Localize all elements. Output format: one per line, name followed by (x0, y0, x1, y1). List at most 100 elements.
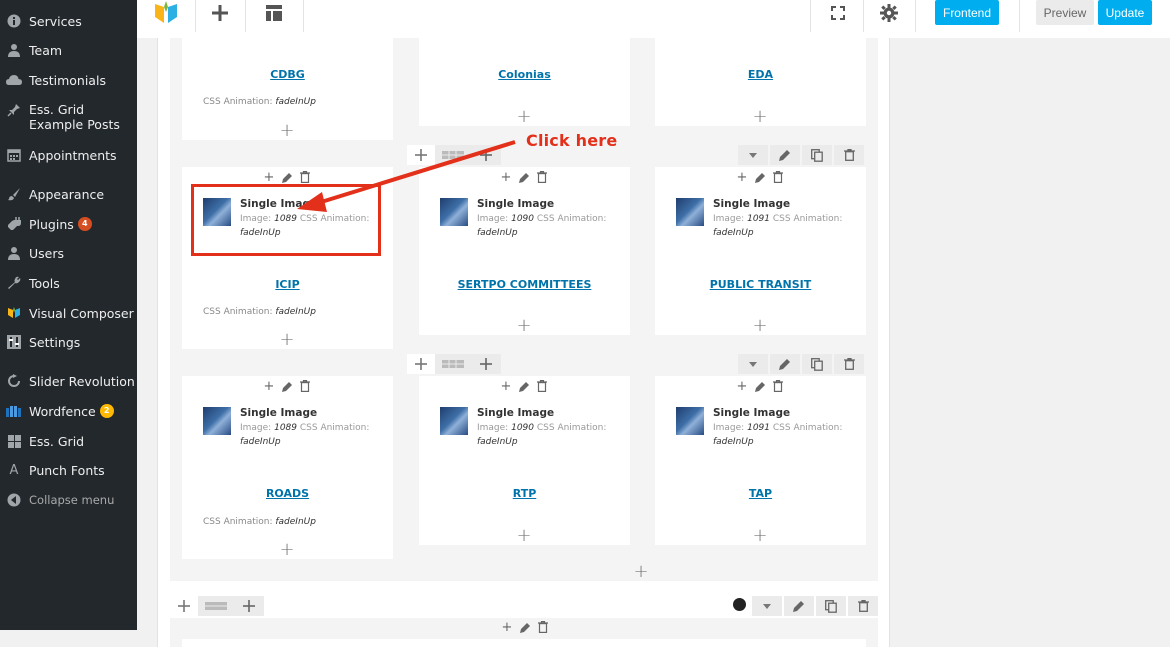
add-column-plus-icon[interactable] (471, 145, 501, 165)
toolbar-divider (810, 0, 811, 32)
sidebar-item-ess-grid[interactable]: Ess. Grid (0, 427, 137, 455)
column-roads: + Single Image Image: 1089 CSS Animation… (182, 376, 393, 559)
column-title-link[interactable]: PUBLIC TRANSIT (655, 278, 866, 291)
row-clone-copy-icon[interactable] (802, 145, 832, 165)
row-toggle-chevron-down-icon[interactable] (738, 145, 768, 165)
add-plus-icon[interactable]: + (735, 379, 749, 394)
column-title-link[interactable]: TAP (655, 487, 866, 500)
add-plus-icon[interactable]: + (262, 379, 276, 394)
frontend-button[interactable]: Frontend (935, 0, 999, 25)
single-image-element[interactable]: Single Image Image: 1091 CSS Animation: … (676, 198, 856, 238)
column-layout-icon[interactable] (198, 596, 234, 616)
row-edit-pencil-icon[interactable] (770, 145, 800, 165)
delete-trash-icon[interactable] (771, 170, 785, 184)
sidebar-item-punch-fonts[interactable]: A Punch Fonts (0, 456, 137, 484)
column-title-link[interactable]: SERTPO COMMITTEES (419, 278, 630, 291)
column-layout-icon[interactable] (435, 145, 471, 165)
add-element-plus-icon[interactable]: + (751, 108, 769, 126)
preview-button[interactable]: Preview (1036, 0, 1094, 25)
edit-pencil-icon[interactable] (753, 170, 767, 184)
add-column-plus-icon[interactable] (471, 354, 501, 374)
drag-move-icon[interactable] (407, 145, 435, 165)
add-plus-icon[interactable]: + (735, 170, 749, 185)
sidebar-collapse-menu[interactable]: Collapse menu (0, 486, 137, 514)
element-controls: + (262, 379, 312, 394)
collapse-icon (6, 492, 22, 508)
edit-pencil-icon[interactable] (518, 620, 532, 634)
element-controls: + (500, 620, 550, 635)
row-edit-pencil-icon[interactable] (770, 354, 800, 374)
sidebar-item-appointments[interactable]: Appointments (0, 141, 137, 169)
add-element-plus-icon[interactable]: + (515, 317, 533, 335)
add-plus-icon[interactable]: + (499, 170, 513, 185)
edit-pencil-icon[interactable] (517, 170, 531, 184)
drag-move-icon[interactable] (407, 354, 435, 374)
sidebar-item-visual-composer[interactable]: Visual Composer (0, 299, 137, 327)
update-button[interactable]: Update (1098, 0, 1152, 25)
element-name: Single Image (713, 198, 791, 210)
sidebar-item-team[interactable]: Team (0, 36, 137, 64)
row-controls-left (170, 596, 264, 616)
delete-trash-icon[interactable] (298, 170, 312, 184)
sidebar-item-plugins[interactable]: Plugins 4 (0, 210, 137, 238)
vc-logo-icon[interactable] (151, 0, 181, 25)
sidebar-item-settings[interactable]: Settings (0, 328, 137, 356)
delete-trash-icon[interactable] (535, 170, 549, 184)
add-plus-icon[interactable]: + (499, 379, 513, 394)
column-title-link[interactable]: EDA (655, 68, 866, 81)
row-delete-trash-icon[interactable] (848, 596, 878, 616)
add-element-plus-icon[interactable]: + (515, 108, 533, 126)
sidebar-item-services[interactable]: Services (0, 7, 137, 35)
add-column-plus-icon[interactable] (234, 596, 264, 616)
add-element-plus-icon[interactable]: + (278, 541, 296, 559)
column-title-link[interactable]: ROADS (182, 487, 393, 500)
annotation-label: Click here (526, 131, 618, 150)
row-delete-trash-icon[interactable] (834, 145, 864, 165)
sidebar-item-slider-revolution[interactable]: Slider Revolution (0, 367, 137, 395)
add-row-plus-icon[interactable]: + (632, 563, 650, 581)
single-image-element[interactable]: Single Image Image: 1089 CSS Animation: … (203, 407, 383, 447)
delete-trash-icon[interactable] (771, 379, 785, 393)
drag-move-icon[interactable] (170, 596, 198, 616)
column-title-link[interactable]: CDBG (182, 68, 393, 81)
add-element-plus-icon[interactable]: + (515, 527, 533, 545)
row-clone-copy-icon[interactable] (816, 596, 846, 616)
row-clone-copy-icon[interactable] (802, 354, 832, 374)
sidebar-item-users[interactable]: Users (0, 239, 137, 267)
row-edit-pencil-icon[interactable] (784, 596, 814, 616)
sidebar-item-tools[interactable]: Tools (0, 269, 137, 297)
sidebar-item-testimonials[interactable]: Testimonials (0, 66, 137, 94)
single-image-element[interactable]: Single Image Image: 1091 CSS Animation: … (676, 407, 856, 447)
templates-layout-icon[interactable] (259, 0, 289, 25)
edit-pencil-icon[interactable] (753, 379, 767, 393)
delete-trash-icon[interactable] (298, 379, 312, 393)
sidebar-item-ess-grid-example-posts[interactable]: Ess. Grid Example Posts (0, 98, 137, 138)
column-title-link[interactable]: RTP (419, 487, 630, 500)
add-plus-icon[interactable]: + (500, 620, 514, 635)
add-element-plus-icon[interactable]: + (751, 317, 769, 335)
column-title-link[interactable]: ICIP (182, 278, 393, 291)
settings-gear-icon[interactable] (874, 0, 904, 25)
edit-pencil-icon[interactable] (280, 379, 294, 393)
delete-trash-icon[interactable] (535, 379, 549, 393)
add-element-plus-icon[interactable] (205, 0, 235, 25)
element-params: Image: 1090 CSS Animation: fadeInUp (477, 423, 607, 447)
row-controls-right (750, 596, 878, 616)
column-layout-icon[interactable] (435, 354, 471, 374)
row-toggle-chevron-down-icon[interactable] (738, 354, 768, 374)
add-plus-icon[interactable]: + (262, 170, 276, 185)
sidebar-item-appearance[interactable]: Appearance (0, 180, 137, 208)
edit-pencil-icon[interactable] (280, 170, 294, 184)
single-image-element[interactable]: Single Image Image: 1090 CSS Animation: … (440, 198, 620, 238)
sidebar-item-wordfence[interactable]: Wordfence 2 (0, 397, 137, 425)
delete-trash-icon[interactable] (536, 620, 550, 634)
fullscreen-icon[interactable] (823, 0, 853, 25)
column-title-link[interactable]: Colonias (419, 68, 630, 81)
row-toggle-chevron-down-icon[interactable] (752, 596, 782, 616)
single-image-element[interactable]: Single Image Image: 1090 CSS Animation: … (440, 407, 620, 447)
row-delete-trash-icon[interactable] (834, 354, 864, 374)
add-element-plus-icon[interactable]: + (278, 331, 296, 349)
edit-pencil-icon[interactable] (517, 379, 531, 393)
add-element-plus-icon[interactable]: + (278, 122, 296, 140)
add-element-plus-icon[interactable]: + (751, 527, 769, 545)
